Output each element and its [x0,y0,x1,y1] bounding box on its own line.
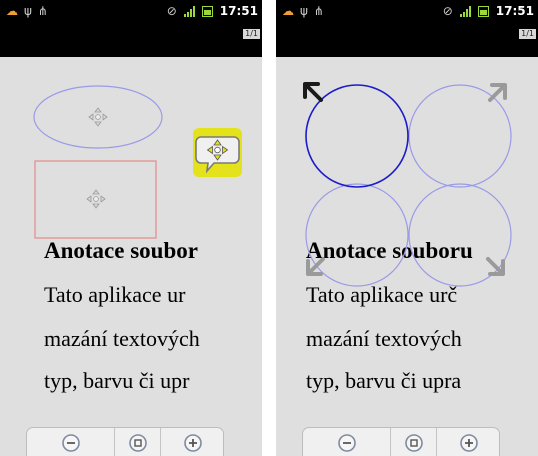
page-indicator: 1/1 [519,29,536,39]
zoom-in-icon [459,433,478,452]
resize-arrow-icon[interactable] [306,257,325,276]
resize-arrow-icon[interactable] [303,82,323,102]
battery-icon [477,5,489,17]
zoom-controls [302,427,500,456]
page-indicator: 1/1 [243,29,260,39]
status-bar: ☁ ψ ⋔ ⊘ 17:51 [0,0,262,22]
zoom-out-button[interactable] [303,428,390,456]
resize-arrow-icon[interactable] [488,83,507,102]
zoom-fit-icon [129,433,147,452]
clock: 17:51 [219,4,258,18]
battery-icon [201,5,213,17]
android-debug-icon: ⋔ [313,4,324,18]
usb-icon: ψ [24,4,32,18]
zoom-in-icon [183,433,202,452]
annotation-layer[interactable] [0,57,262,456]
annotation-layer[interactable] [276,57,538,456]
zoom-in-button[interactable] [160,428,223,456]
weather-icon: ☁ [6,4,18,18]
speech-bubble-move-icon [195,136,240,174]
title-bar: 1/1 [0,22,262,57]
status-bar: ☁ ψ ⋔ ⊘ 17:51 [276,0,538,22]
annotation-tool-button[interactable] [193,128,242,177]
circle-annotation[interactable] [408,84,512,188]
mute-icon: ⊘ [166,4,177,18]
title-bar: 1/1 [276,22,538,57]
zoom-out-icon [61,433,80,452]
move-arrows-icon[interactable] [88,107,108,127]
zoom-in-button[interactable] [436,428,499,456]
usb-icon: ψ [300,4,308,18]
android-debug-icon: ⋔ [37,4,48,18]
circle-annotation[interactable] [408,183,512,287]
clock: 17:51 [495,4,534,18]
zoom-fit-button[interactable] [114,428,161,456]
zoom-out-button[interactable] [27,428,114,456]
phone-screen-right: ☁ ψ ⋔ ⊘ 17:51 1/1 Anotace souboru Tato a… [276,0,538,456]
zoom-out-icon [337,433,356,452]
weather-icon: ☁ [282,4,294,18]
signal-icon [459,5,471,17]
mute-icon: ⊘ [442,4,453,18]
zoom-fit-icon [405,433,423,452]
move-arrows-icon[interactable] [86,189,106,209]
phone-screen-left: ☁ ψ ⋔ ⊘ 17:51 1/1 Anotace soubor Tato ap… [0,0,262,456]
circle-annotation[interactable] [305,183,409,287]
zoom-fit-button[interactable] [390,428,437,456]
signal-icon [183,5,195,17]
zoom-controls [26,427,224,456]
